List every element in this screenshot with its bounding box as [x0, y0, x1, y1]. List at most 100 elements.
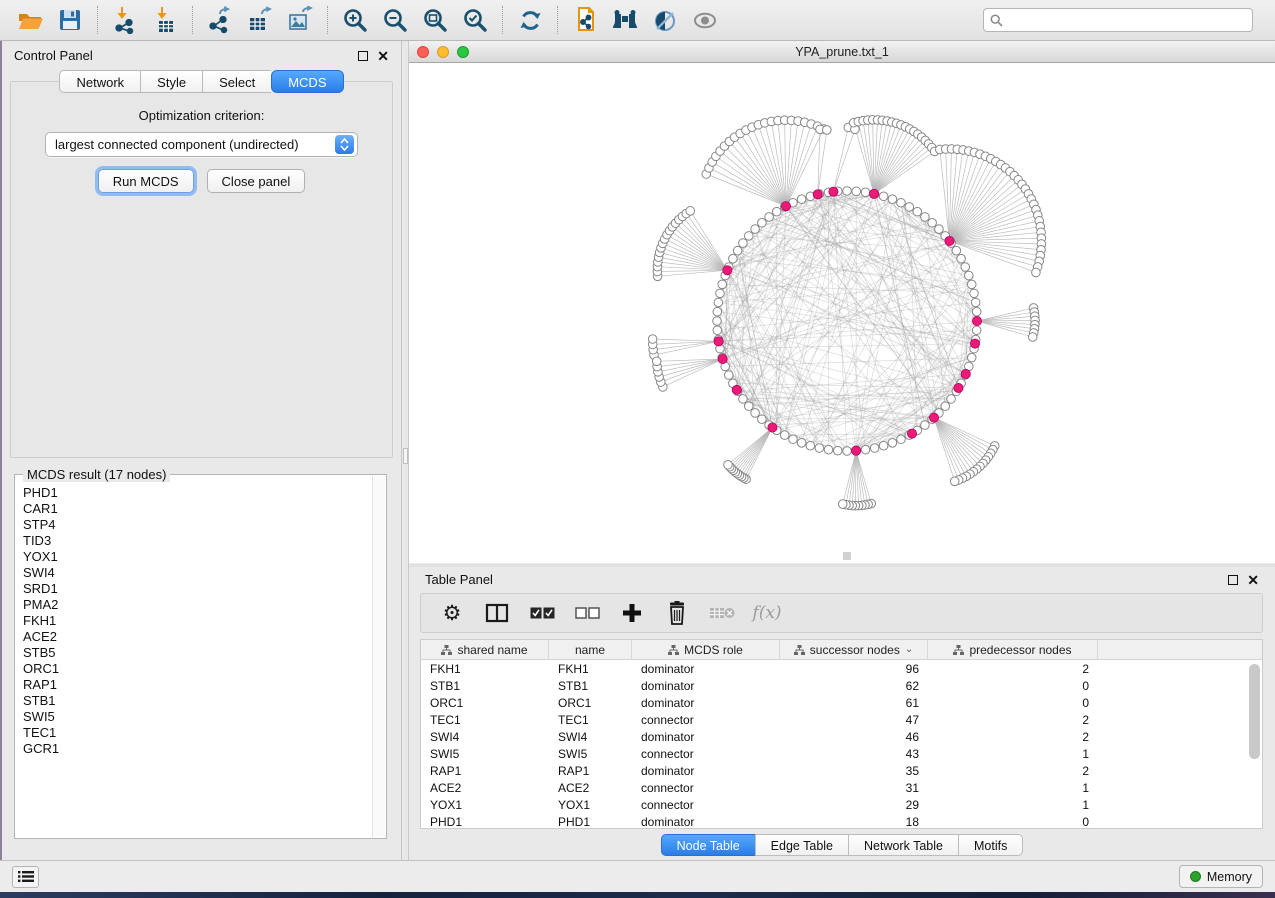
tab-node-table[interactable]: Node Table [661, 834, 755, 856]
criterion-dropdown[interactable]: largest connected component (undirected) [45, 132, 358, 157]
float-table-panel-icon[interactable] [1228, 575, 1238, 585]
mcds-node[interactable] [970, 339, 979, 348]
mcds-result-item[interactable]: STP4 [23, 517, 372, 533]
close-panel-button[interactable]: Close panel [207, 169, 306, 193]
table-row[interactable]: SWI4SWI4dominator462 [421, 728, 1262, 745]
search-input[interactable] [1008, 13, 1246, 27]
mcds-result-item[interactable]: GCR1 [23, 741, 372, 757]
column-header-successor-nodes[interactable]: successor nodes⌄ [780, 640, 928, 659]
hide-details-icon[interactable] [645, 4, 685, 36]
mcds-result-item[interactable]: STB5 [23, 645, 372, 661]
splitter-grip[interactable] [403, 448, 408, 464]
canvas-resize-grip[interactable] [843, 552, 851, 560]
network-canvas[interactable] [409, 63, 1275, 563]
mcds-node[interactable] [907, 429, 916, 438]
tab-network[interactable]: Network [59, 70, 140, 93]
mcds-node[interactable] [768, 423, 777, 432]
mcds-result-item[interactable]: SWI5 [23, 709, 372, 725]
mcds-node[interactable] [714, 337, 723, 346]
zoom-in-icon[interactable] [335, 4, 375, 36]
mcds-result-item[interactable]: TEC1 [23, 725, 372, 741]
mcds-result-item[interactable]: RAP1 [23, 677, 372, 693]
table-row[interactable]: ORC1ORC1dominator610 [421, 694, 1262, 711]
import-network-icon[interactable] [105, 4, 145, 36]
mcds-result-item[interactable]: TID3 [23, 533, 372, 549]
close-table-panel-icon[interactable]: ✕ [1247, 575, 1259, 585]
mcds-result-item[interactable]: FKH1 [23, 613, 372, 629]
table-scrollbar[interactable] [1249, 662, 1260, 826]
mcds-node[interactable] [945, 236, 954, 245]
open-file-icon[interactable] [10, 4, 50, 36]
result-list-scrollbar[interactable] [372, 476, 385, 837]
mcds-result-item[interactable]: SWI4 [23, 565, 372, 581]
delete-column-icon[interactable] [662, 598, 692, 628]
mcds-node[interactable] [723, 266, 732, 275]
mcds-node[interactable] [972, 316, 981, 325]
import-table-icon[interactable] [145, 4, 185, 36]
column-header-name[interactable]: name [549, 640, 632, 659]
task-history-button[interactable] [12, 866, 39, 888]
zoom-out-icon[interactable] [375, 4, 415, 36]
export-image-icon[interactable] [280, 4, 320, 36]
tab-motifs[interactable]: Motifs [958, 834, 1023, 856]
table-row[interactable]: FKH1FKH1dominator962 [421, 660, 1262, 677]
toolbar-search[interactable] [983, 8, 1253, 32]
search-network-icon[interactable] [605, 4, 645, 36]
select-all-icon[interactable] [527, 598, 557, 628]
mcds-result-item[interactable]: ACE2 [23, 629, 372, 645]
tab-style[interactable]: Style [140, 70, 202, 93]
deselect-all-icon[interactable] [572, 598, 602, 628]
function-builder-icon[interactable]: f(x) [752, 598, 782, 628]
mcds-node[interactable] [954, 383, 963, 392]
memory-button[interactable]: Memory [1179, 865, 1263, 888]
export-table-icon[interactable] [240, 4, 280, 36]
tab-network-table[interactable]: Network Table [848, 834, 958, 856]
mcds-node[interactable] [829, 187, 838, 196]
mcds-node[interactable] [732, 385, 741, 394]
mcds-node[interactable] [929, 413, 938, 422]
save-session-icon[interactable] [50, 4, 90, 36]
network-window-titlebar[interactable]: YPA_prune.txt_1 [409, 41, 1275, 63]
table-row[interactable]: TEC1TEC1connector472 [421, 711, 1262, 728]
tab-edge-table[interactable]: Edge Table [755, 834, 848, 856]
zoom-fit-icon[interactable] [415, 4, 455, 36]
export-network-icon[interactable] [200, 4, 240, 36]
refresh-view-icon[interactable] [510, 4, 550, 36]
delete-table-icon[interactable] [707, 598, 737, 628]
zoom-selected-icon[interactable] [455, 4, 495, 36]
mcds-node[interactable] [813, 190, 822, 199]
column-header-mcds-role[interactable]: MCDS role [632, 640, 780, 659]
column-header-predecessor-nodes[interactable]: predecessor nodes [928, 640, 1098, 659]
table-settings-icon[interactable]: ⚙ [437, 598, 467, 628]
table-scrollbar-thumb[interactable] [1249, 664, 1260, 759]
mcds-node[interactable] [869, 189, 878, 198]
table-row[interactable]: ACE2ACE2connector311 [421, 779, 1262, 796]
mcds-node[interactable] [851, 446, 860, 455]
table-row[interactable]: YOX1YOX1connector291 [421, 796, 1262, 813]
mcds-result-item[interactable]: ORC1 [23, 661, 372, 677]
share-document-icon[interactable] [565, 4, 605, 36]
mcds-result-item[interactable]: YOX1 [23, 549, 372, 565]
mcds-result-item[interactable]: PMA2 [23, 597, 372, 613]
tab-select[interactable]: Select [202, 70, 271, 93]
table-row[interactable]: PHD1PHD1dominator180 [421, 813, 1262, 829]
show-columns-icon[interactable] [482, 598, 512, 628]
mcds-node[interactable] [781, 202, 790, 211]
mcds-result-item[interactable]: CAR1 [23, 501, 372, 517]
float-panel-icon[interactable] [358, 51, 368, 61]
column-header-shared-name[interactable]: shared name [421, 640, 549, 659]
network-graph[interactable] [409, 63, 1275, 563]
vertical-splitter[interactable] [402, 41, 409, 860]
mcds-node[interactable] [718, 354, 727, 363]
mcds-node[interactable] [961, 369, 970, 378]
table-row[interactable]: STB1STB1dominator620 [421, 677, 1262, 694]
close-panel-icon[interactable]: ✕ [377, 51, 389, 61]
run-mcds-button[interactable]: Run MCDS [98, 169, 194, 193]
table-row[interactable]: RAP1RAP1dominator352 [421, 762, 1262, 779]
show-details-icon[interactable] [685, 4, 725, 36]
tab-mcds[interactable]: MCDS [271, 70, 343, 93]
table-row[interactable]: SWI5SWI5connector431 [421, 745, 1262, 762]
add-column-icon[interactable] [617, 598, 647, 628]
mcds-result-item[interactable]: SRD1 [23, 581, 372, 597]
mcds-result-item[interactable]: PHD1 [23, 485, 372, 501]
